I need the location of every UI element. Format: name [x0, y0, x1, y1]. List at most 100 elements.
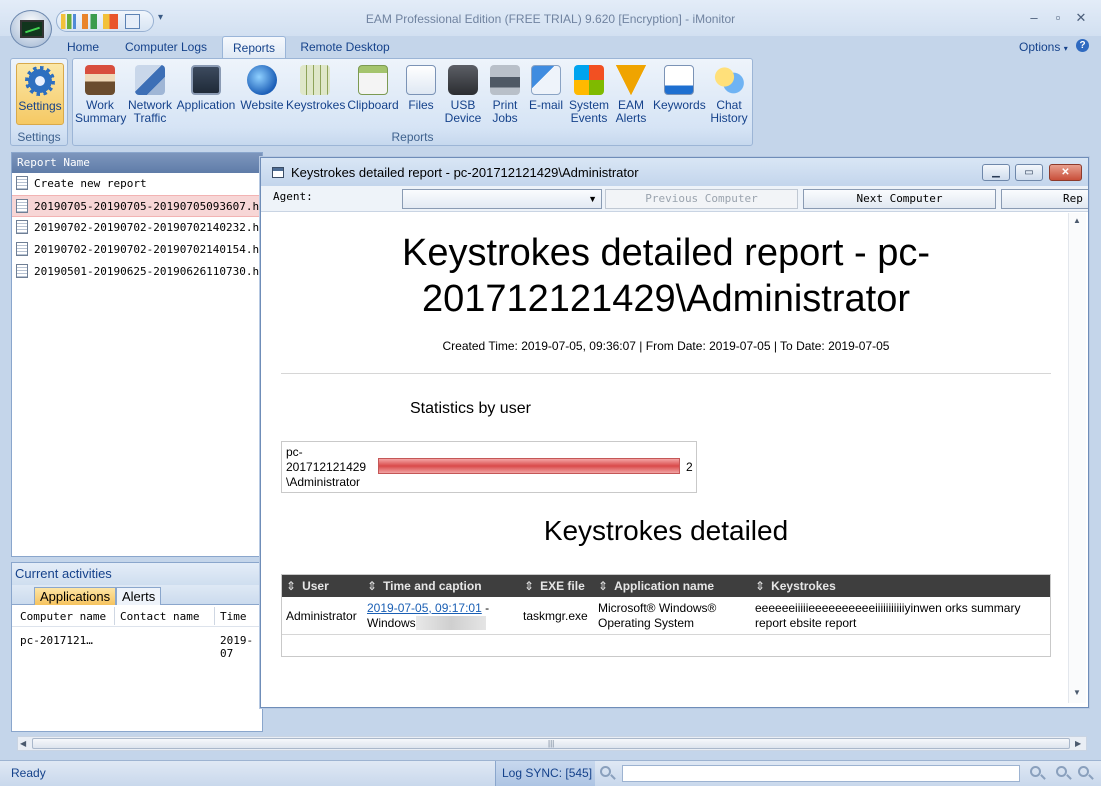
settings-button-label: Settings [18, 99, 62, 113]
magnifier-icon[interactable] [1078, 766, 1089, 777]
report-item-label: 20190501-20190625-20190626110730.html [34, 265, 262, 278]
document-icon [16, 242, 28, 256]
scroll-down-icon[interactable]: ▼ [1073, 688, 1081, 697]
search-input[interactable] [622, 765, 1020, 782]
scroll-right-icon[interactable]: ▶ [1075, 739, 1081, 748]
keywords-label: Keywords [653, 98, 706, 112]
usb-device-button[interactable]: USB Device [443, 63, 483, 125]
system-events-button[interactable]: System Events [568, 63, 610, 125]
dialog-toolbar: Agent: ▼ Previous Computer Next Computer… [261, 186, 1088, 212]
report-list-item[interactable]: 20190702-20190702-20190702140154.html [12, 239, 262, 261]
cell-keystrokes: eeeeeeiiiiieeeeeeeeeeiiiiiiiiiiiyinwen o… [755, 601, 1020, 631]
previous-computer-button[interactable]: Previous Computer [605, 189, 798, 209]
settings-group: Settings Settings [10, 58, 68, 146]
window-title: EAM Professional Edition (FREE TRIAL) 9.… [365, 12, 736, 26]
search-icon[interactable] [600, 766, 611, 777]
report-item-label: 20190705-20190705-20190705093607.html [34, 200, 262, 213]
sort-icon: ⇕ [524, 579, 535, 593]
current-activities-panel: Current activities Applications Alerts C… [11, 562, 263, 732]
help-icon[interactable]: ? [1076, 39, 1089, 52]
windows-icon [574, 65, 604, 95]
application-button[interactable]: Application [175, 63, 237, 112]
row-divider [282, 634, 1050, 635]
report-button[interactable]: Rep [1001, 189, 1088, 209]
tab-reports[interactable]: Reports [222, 36, 286, 58]
column-application-name[interactable]: ⇕ Application name [598, 579, 714, 593]
tab-alerts[interactable]: Alerts [116, 587, 162, 605]
keystrokes-button[interactable]: Keystrokes [286, 63, 346, 112]
app-menu-button[interactable] [10, 10, 52, 48]
dialog-maximize-button[interactable]: ▭ [1015, 164, 1043, 181]
horizontal-scrollbar[interactable]: ◀ ||| ▶ [17, 736, 1087, 751]
eam-alerts-button[interactable]: EAM Alerts [612, 63, 650, 125]
website-icon [247, 65, 277, 95]
zoom-out-icon[interactable] [1056, 766, 1067, 777]
keystrokes-label: Keystrokes [286, 98, 346, 112]
tab-remote-desktop[interactable]: Remote Desktop [296, 36, 394, 58]
activity-computer-cell[interactable]: pc-2017121… [20, 634, 93, 647]
files-icon [406, 65, 436, 95]
report-item-label: 20190702-20190702-20190702140232.html [34, 221, 262, 234]
activity-time-cell[interactable]: 2019-07 [220, 634, 262, 660]
column-exe-file[interactable]: ⇕ EXE file [524, 579, 585, 593]
column-label: EXE file [540, 579, 585, 593]
agent-dropdown[interactable]: ▼ [402, 189, 602, 209]
chat-history-button[interactable]: Chat History [707, 63, 751, 125]
settings-button[interactable]: Settings [16, 63, 64, 125]
report-vertical-scrollbar[interactable]: ▲ ▼ [1068, 213, 1086, 703]
scrollbar-thumb[interactable]: ||| [32, 738, 1070, 749]
report-list-item[interactable]: 20190702-20190702-20190702140232.html [12, 217, 262, 239]
column-divider[interactable] [214, 607, 215, 625]
minimize-button[interactable]: – [1026, 10, 1042, 25]
network-traffic-button[interactable]: Network Traffic [126, 63, 174, 125]
tab-home[interactable]: Home [60, 36, 106, 58]
document-icon [16, 176, 28, 190]
dialog-minimize-button[interactable]: ▁ [982, 164, 1010, 181]
time-link[interactable]: 2019-07-05, 09:17:01 [367, 601, 482, 615]
website-button[interactable]: Website [238, 63, 286, 112]
clipboard-button[interactable]: Clipboard [345, 63, 401, 112]
application-icon [191, 65, 221, 95]
report-name-column-header[interactable]: Report Name [12, 153, 262, 173]
dialog-title-bar[interactable]: Keystrokes detailed report - pc-20171212… [261, 158, 1088, 186]
email-button[interactable]: E-mail [526, 63, 566, 112]
chat-history-label-2: History [710, 111, 748, 125]
zoom-in-icon[interactable] [1030, 766, 1041, 777]
keywords-button[interactable]: Keywords [653, 63, 706, 112]
column-computer-name[interactable]: Computer name [20, 610, 106, 623]
scroll-up-icon[interactable]: ▲ [1073, 216, 1081, 225]
column-user[interactable]: ⇕ User [286, 579, 329, 593]
column-divider[interactable] [114, 607, 115, 625]
report-list-item[interactable]: Create new report [12, 173, 262, 195]
dialog-close-button[interactable]: ✕ [1049, 164, 1082, 181]
scroll-left-icon[interactable]: ◀ [20, 739, 26, 748]
column-keystrokes[interactable]: ⇕ Keystrokes [755, 579, 836, 593]
files-button[interactable]: Files [403, 63, 439, 112]
usb-label-2: Device [444, 111, 482, 125]
close-button[interactable]: ✕ [1073, 10, 1089, 26]
column-time[interactable]: Time [220, 610, 247, 623]
caption-text: Windows [367, 616, 416, 630]
app-line: Operating System [598, 616, 695, 630]
report-list-item[interactable]: 20190501-20190625-20190626110730.html [12, 261, 262, 283]
agent-label: Agent: [273, 190, 313, 203]
maximize-button[interactable]: ▫ [1050, 10, 1066, 25]
print-jobs-button[interactable]: Print Jobs [486, 63, 524, 125]
tab-computer-logs[interactable]: Computer Logs [120, 36, 212, 58]
report-item-label: Create new report [34, 177, 147, 190]
column-time-caption[interactable]: ⇕ Time and caption [367, 579, 482, 593]
report-title-line: Keystrokes detailed report - pc- [401, 232, 930, 274]
document-icon [16, 199, 28, 213]
ribbon-tabs: Home Computer Logs Reports Remote Deskto… [0, 36, 1101, 58]
work-summary-icon [85, 65, 115, 95]
clipboard-icon [358, 65, 388, 95]
work-summary-button[interactable]: Work Summary [75, 63, 126, 125]
keys-line: report ebsite report [755, 616, 857, 630]
report-list-item[interactable]: 20190705-20190705-20190705093607.html [12, 195, 262, 217]
eam-alerts-label-2: Alerts [615, 111, 647, 125]
column-contact-name[interactable]: Contact name [120, 610, 199, 623]
tab-applications[interactable]: Applications [34, 587, 117, 605]
next-computer-button[interactable]: Next Computer [803, 189, 996, 209]
options-menu[interactable]: Options ▾ [1019, 40, 1068, 54]
website-label: Website [240, 98, 284, 112]
